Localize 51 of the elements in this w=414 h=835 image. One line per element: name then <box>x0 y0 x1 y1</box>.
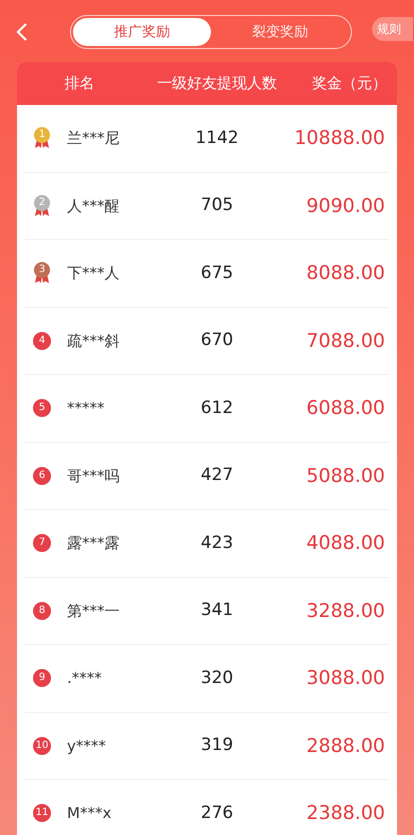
column-header: 一级好友提现人数 <box>156 73 278 94</box>
friend-count: 427 <box>200 464 234 487</box>
column-header: 排名 <box>64 73 96 94</box>
back-icon <box>16 22 28 42</box>
reward-amount: 2888.00 <box>305 734 386 758</box>
user-name: 哥***吗 <box>67 466 120 486</box>
column-header: 奖金（元） <box>311 73 388 94</box>
reward-amount: 3088.00 <box>305 666 386 691</box>
rank-badge: 6 <box>33 466 51 485</box>
rank-badge: 11 <box>33 804 51 822</box>
user-name: 第***一 <box>67 600 120 622</box>
reward-amount: 2388.00 <box>305 801 386 826</box>
friend-count: 612 <box>200 396 234 420</box>
rank-badge: 10 <box>33 736 51 755</box>
reward-amount: 5088.00 <box>305 464 386 488</box>
user-name: y**** <box>67 736 106 756</box>
friend-count: 675 <box>200 262 234 284</box>
user-name: ***** <box>67 398 104 419</box>
friend-count: 670 <box>200 329 234 352</box>
user-name: M***x <box>67 803 112 824</box>
user-name: .**** <box>67 668 102 689</box>
reward-amount: 9090.00 <box>305 194 386 218</box>
rank-badge: 9 <box>33 669 51 688</box>
reward-amount: 8088.00 <box>305 261 386 286</box>
rank-number: 2 <box>38 198 46 210</box>
friend-count: 276 <box>200 802 234 824</box>
friend-count: 1142 <box>194 126 240 150</box>
reward-amount: 10888.00 <box>293 126 386 151</box>
rank-badge: 5 <box>33 399 51 418</box>
user-name: 人***醒 <box>67 196 120 216</box>
rank-badge: 7 <box>33 534 51 552</box>
rank-badge: 8 <box>33 602 51 620</box>
tab[interactable]: 推广奖励 <box>73 18 211 46</box>
reward-amount: 4088.00 <box>305 531 386 556</box>
friend-count: 341 <box>200 599 234 622</box>
rank-number: 1 <box>38 130 46 142</box>
rules-button[interactable]: 规则 <box>372 17 413 41</box>
friend-count: 320 <box>200 666 234 690</box>
user-name: 兰***尼 <box>67 128 120 149</box>
reward-amount: 3288.00 <box>305 598 386 624</box>
user-name: 露***露 <box>67 533 120 554</box>
friend-count: 705 <box>200 194 234 217</box>
rank-badge: 4 <box>33 332 51 350</box>
friend-count: 423 <box>200 532 234 554</box>
reward-amount: 6088.00 <box>305 396 386 421</box>
rank-number: 3 <box>38 265 46 278</box>
tab[interactable]: 裂变奖励 <box>211 18 349 46</box>
friend-count: 319 <box>200 734 234 757</box>
user-name: 下***人 <box>67 263 120 284</box>
reward-amount: 7088.00 <box>305 328 386 354</box>
user-name: 疏***斜 <box>67 330 120 352</box>
